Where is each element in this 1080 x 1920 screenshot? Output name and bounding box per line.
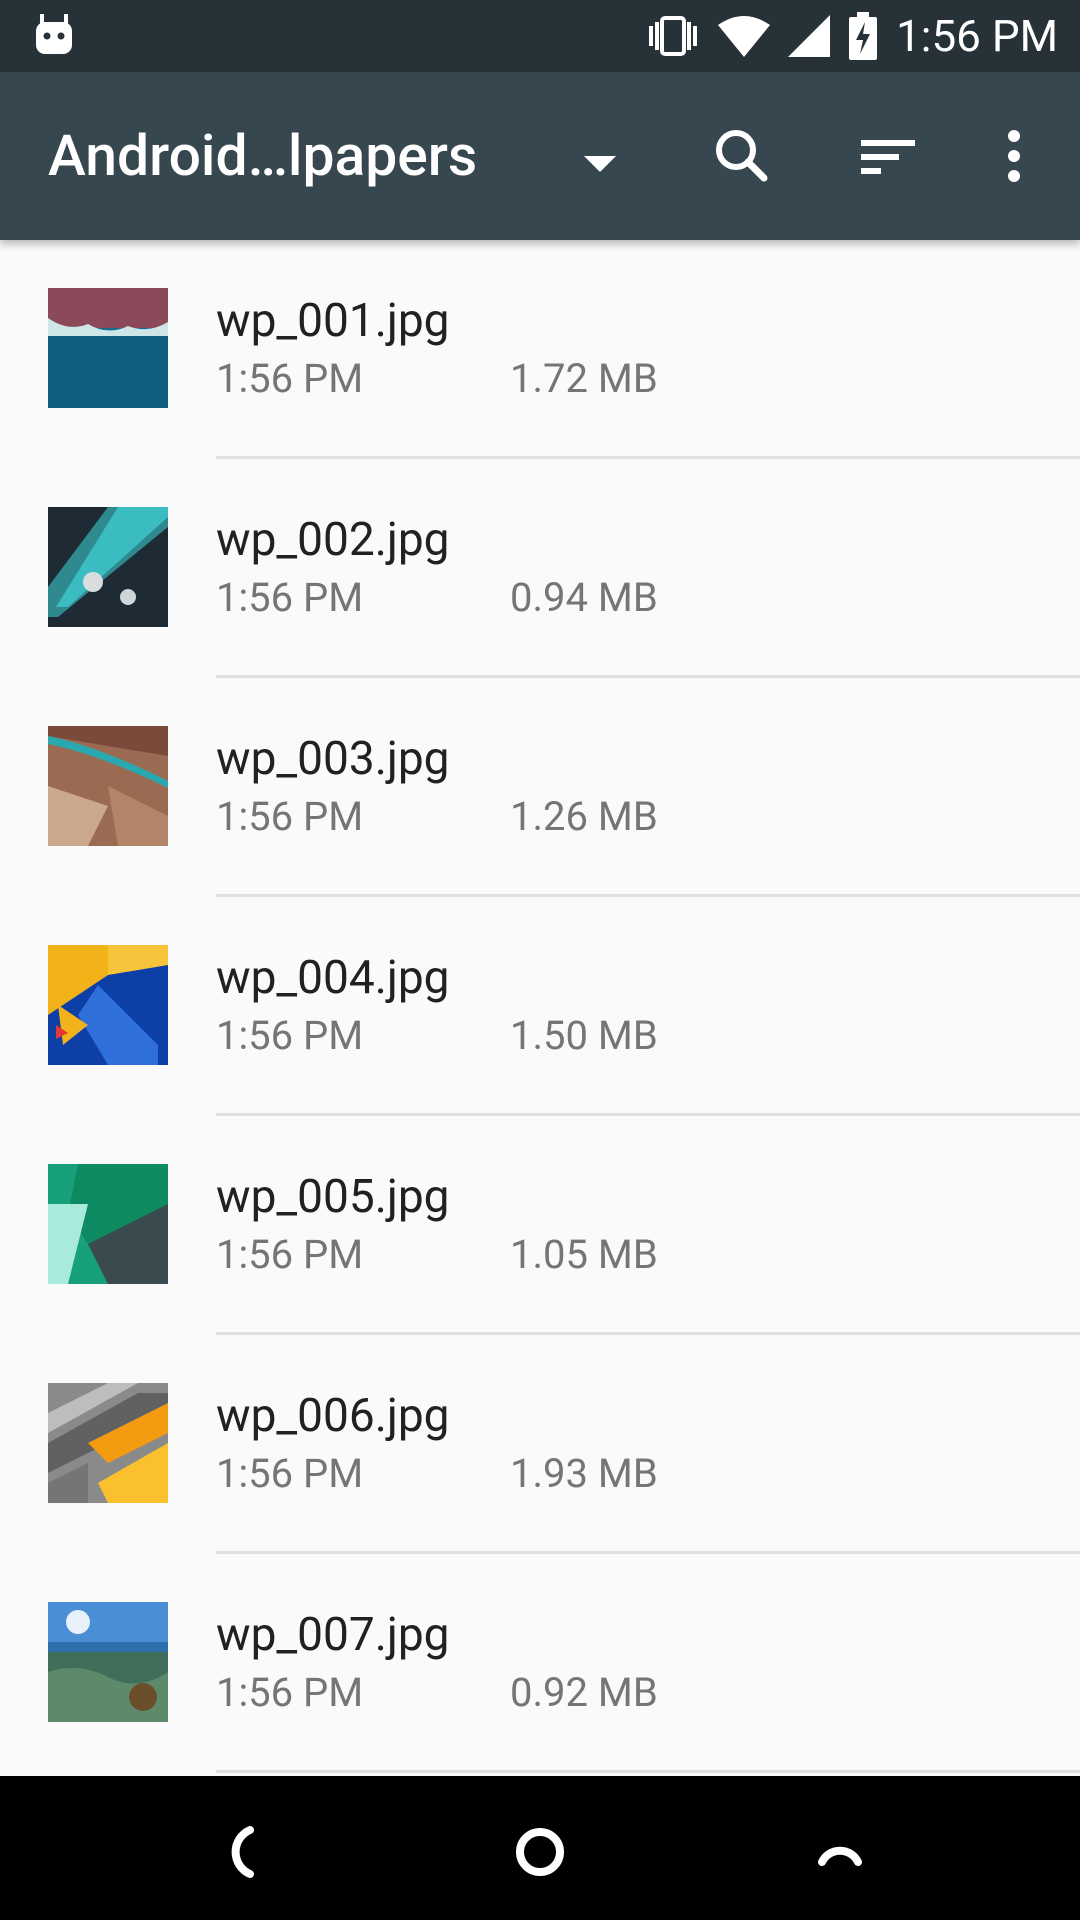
- home-icon[interactable]: [504, 1816, 576, 1888]
- file-size: 0.94 MB: [510, 574, 658, 621]
- file-name: wp_006.jpg: [216, 1389, 450, 1443]
- dropdown-arrow-icon[interactable]: [580, 144, 620, 184]
- file-list: wp_001.jpg 1:56 PM 1.72 MB wp_002.jpg 1:…: [0, 240, 1080, 1773]
- file-size: 1.05 MB: [510, 1231, 658, 1278]
- status-time: 1:56 PM: [896, 10, 1058, 62]
- file-time: 1:56 PM: [216, 1231, 364, 1278]
- file-time: 1:56 PM: [216, 793, 364, 840]
- file-size: 1.26 MB: [510, 793, 658, 840]
- file-size: 1.93 MB: [510, 1450, 658, 1497]
- file-size: 0.92 MB: [510, 1669, 658, 1716]
- file-name: wp_003.jpg: [216, 732, 450, 786]
- navigation-bar: [0, 1776, 1080, 1920]
- list-item[interactable]: wp_004.jpg 1:56 PM 1.50 MB: [0, 897, 1080, 1116]
- app-bar: Android…lpapers: [0, 72, 1080, 240]
- wifi-icon: [718, 16, 771, 57]
- thumbnail-image: [48, 945, 168, 1065]
- search-icon[interactable]: [706, 120, 778, 192]
- thumbnail-image: [48, 726, 168, 846]
- more-vert-icon[interactable]: [978, 120, 1050, 192]
- file-name: wp_001.jpg: [216, 294, 450, 348]
- list-item[interactable]: wp_003.jpg 1:56 PM 1.26 MB: [0, 678, 1080, 897]
- sort-icon[interactable]: [852, 120, 924, 192]
- file-name: wp_007.jpg: [216, 1608, 450, 1662]
- file-size: 1.50 MB: [510, 1012, 658, 1059]
- list-item[interactable]: wp_001.jpg 1:56 PM 1.72 MB: [0, 240, 1080, 459]
- folder-title[interactable]: Android…lpapers: [48, 122, 477, 190]
- list-item[interactable]: wp_005.jpg 1:56 PM 1.05 MB: [0, 1116, 1080, 1335]
- status-bar: 1:56 PM: [0, 0, 1080, 72]
- thumbnail-image: [48, 288, 168, 408]
- file-name: wp_004.jpg: [216, 951, 450, 1005]
- file-time: 1:56 PM: [216, 1450, 364, 1497]
- back-icon[interactable]: [204, 1816, 276, 1888]
- android-debug-icon: [36, 14, 72, 54]
- vibrate-icon: [649, 16, 698, 56]
- thumbnail-image: [48, 1602, 168, 1722]
- list-item[interactable]: wp_002.jpg 1:56 PM 0.94 MB: [0, 459, 1080, 678]
- file-time: 1:56 PM: [216, 574, 364, 621]
- file-size: 1.72 MB: [510, 355, 658, 402]
- thumbnail-image: [48, 507, 168, 627]
- file-name: wp_005.jpg: [216, 1170, 450, 1224]
- list-item[interactable]: wp_007.jpg 1:56 PM 0.92 MB: [0, 1554, 1080, 1773]
- file-time: 1:56 PM: [216, 1012, 364, 1059]
- list-item[interactable]: wp_006.jpg 1:56 PM 1.93 MB: [0, 1335, 1080, 1554]
- thumbnail-image: [48, 1383, 168, 1503]
- battery-charging-icon: [849, 12, 878, 60]
- thumbnail-image: [48, 1164, 168, 1284]
- signal-icon: [788, 15, 831, 57]
- divider: [216, 1770, 1080, 1773]
- file-time: 1:56 PM: [216, 1669, 364, 1716]
- file-name: wp_002.jpg: [216, 513, 450, 567]
- file-time: 1:56 PM: [216, 355, 364, 402]
- recents-icon[interactable]: [804, 1816, 876, 1888]
